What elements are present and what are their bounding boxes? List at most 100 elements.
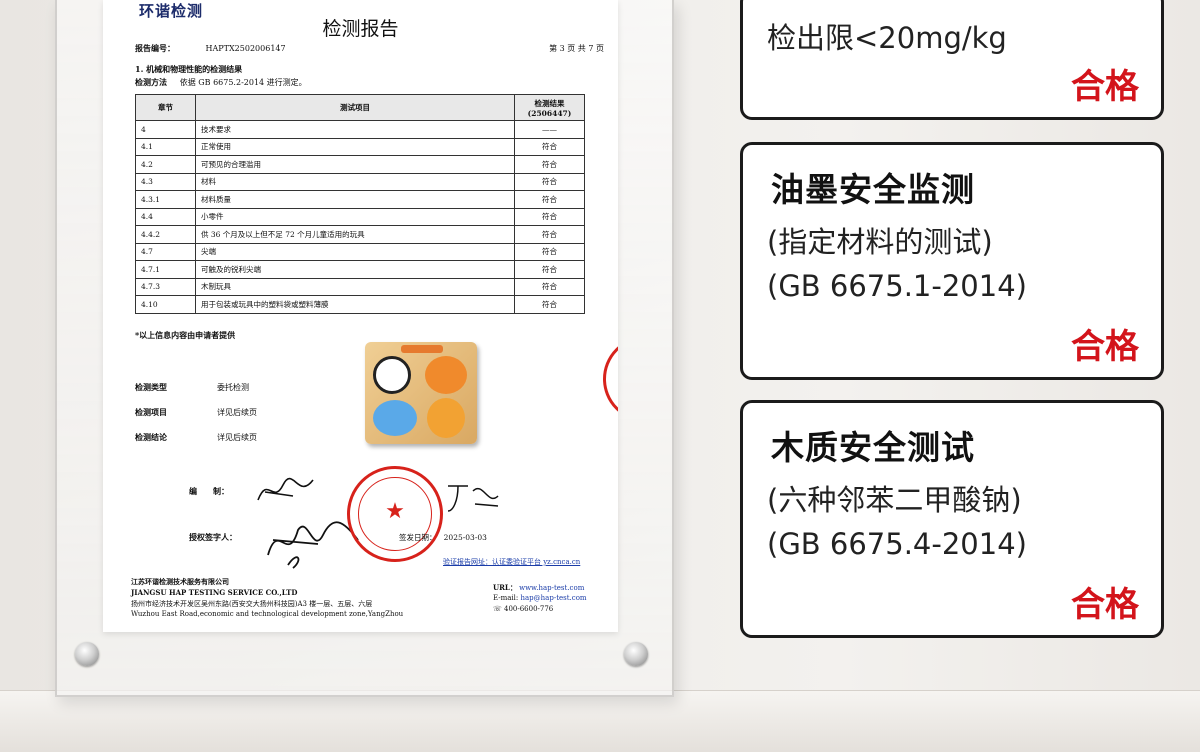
table-row: 4.2 可预见的合理滥用 符合 [135,155,585,174]
table-row: 4.4.2 供 36 个月及以上但不足 72 个月儿童适用的玩具 符合 [135,225,585,244]
result-card-ink-safety: 油墨安全监测 (指定材料的测试) (GB 6675.1-2014) 合格 [740,142,1164,380]
info-label: 检测项目 [135,407,167,417]
company-seal-stamp: ★ [347,466,443,562]
card-line: (六种邻苯二甲酸钠) [767,483,1022,517]
signer-label: 授权签字人： [189,532,237,542]
table-row: 4.3.1 材料质量 符合 [135,190,585,209]
column-header: 章节 [135,94,196,121]
info-value: 详见后续页 [217,433,257,442]
elephant-icon [373,400,417,436]
card-result: 合格 [1071,67,1139,107]
card-line: 检出限<20mg/kg [767,21,1007,55]
row-section: 4.10 [135,295,196,314]
table-row: 4.7 尖端 符合 [135,242,585,261]
row-result: 符合 [514,190,585,209]
result-card-wood-safety: 木质安全测试 (六种邻苯二甲酸钠) (GB 6675.4-2014) 合格 [740,400,1164,638]
email-link[interactable]: hap@hap-test.com [521,594,587,602]
partial-seal-stamp [603,336,618,422]
row-item: 技术要求 [195,120,515,139]
panda-icon [373,356,411,394]
results-table: 章节 测试项目 检测结果 (2506447) 4 技术要求 —— 4.1 正常使用 符合 4… [135,94,585,314]
company-url: URL： www.hap-test.com [493,583,585,592]
row-section: 4.3.1 [135,190,196,209]
row-item: 材料质量 [195,190,515,209]
table-row: 4.1 正常使用 符合 [135,137,585,156]
page-number: 第 3 页 共 7 页 [549,44,604,53]
row-result: 符合 [514,225,585,244]
company-name-en: JIANGSU HAP TESTING SERVICE CO.,LTD [131,588,298,597]
row-section: 4.7.1 [135,260,196,279]
row-section: 4.2 [135,155,196,174]
card-result: 合格 [1071,327,1139,367]
row-item: 材料 [195,172,515,191]
row-item: 正常使用 [195,137,515,156]
row-section: 4.4.2 [135,225,196,244]
row-result: 符合 [514,155,585,174]
row-result: 符合 [514,137,585,156]
report-number: 报告编号： HAPTX2502006147 [135,43,286,53]
row-section: 4.1 [135,137,196,156]
row-result: 符合 [514,277,585,296]
row-item: 用于包装或玩具中的塑料袋或塑料薄膜 [195,295,515,314]
column-header: 测试项目 [195,94,515,121]
product-photo-puzzle [365,342,477,444]
card-heading: 油墨安全监测 [771,170,975,209]
row-item: 可预见的合理滥用 [195,155,515,174]
row-section: 4.7.3 [135,277,196,296]
table-row: 4.4 小零件 符合 [135,207,585,226]
url-link[interactable]: www.hap-test.com [519,584,584,592]
row-section: 4.3 [135,172,196,191]
card-heading: 木质安全测试 [771,428,975,467]
screw-right-icon [624,642,648,666]
company-email: E-mail: hap@hap-test.com [493,594,587,602]
row-section: 4.4 [135,207,196,226]
company-address-en: Wuzhou East Road,economic and technologi… [131,610,404,618]
shelf [0,690,1200,752]
row-item: 可触及的锐利尖端 [195,260,515,279]
card-line: (GB 6675.1-2014) [767,269,1027,303]
screw-left-icon [75,642,99,666]
report-title: 检测报告 [322,18,399,40]
star-icon: ★ [385,499,405,524]
column-header: 检测结果 (2506447) [514,94,585,121]
card-line: (指定材料的测试) [767,225,993,259]
row-item: 木制玩具 [195,277,515,296]
section-heading: 1. 机械和物理性能的检测结果 [135,64,243,74]
info-label: 检测类型 [135,382,167,392]
row-result: 符合 [514,295,585,314]
info-label: 检测结论 [135,432,167,442]
company-name-cn: 江苏环谐检测技术服务有限公司 [131,577,229,586]
reviewer-signature [447,485,499,512]
card-line: (GB 6675.4-2014) [767,527,1027,561]
verify-link[interactable]: 验证报告网址：认证委验证平台 yz.cnca.cn [443,557,580,567]
editor-label: 编 制： [189,486,229,496]
sign-date: 签发日期： 2025-03-03 [399,533,487,542]
card-result: 合格 [1071,585,1139,625]
result-card-detection-limit: 检出限<20mg/kg 合格 [740,0,1164,120]
table-header-row: 章节 测试项目 检测结果 (2506447) [135,94,585,121]
row-result: 符合 [514,207,585,226]
row-result: 符合 [514,242,585,261]
editor-signature [257,477,314,501]
test-method: 检测方法 依据 GB 6675.2-2014 进行测定。 [135,77,307,87]
lion-icon [427,398,465,438]
company-tel: ☏ 400-6600-776 [493,605,554,613]
table-row: 4.10 用于包装或玩具中的塑料袋或塑料薄膜 符合 [135,295,585,314]
table-row: 4.7.3 木制玩具 符合 [135,277,585,296]
table-row: 4.3 材料 符合 [135,172,585,191]
table-row: 4 技术要求 —— [135,120,585,139]
row-section: 4 [135,120,196,139]
info-value: 委托检测 [217,383,249,392]
row-result: 符合 [514,260,585,279]
table-row: 4.7.1 可触及的锐利尖端 符合 [135,260,585,279]
row-item: 供 36 个月及以上但不足 72 个月儿童适用的玩具 [195,225,515,244]
row-section: 4.7 [135,242,196,261]
row-item: 小零件 [195,207,515,226]
info-note: *以上信息内容由申请者提供 [135,330,236,340]
puzzle-label [401,345,443,353]
test-report-document: 环谐检测 检测报告 报告编号： HAPTX2502006147 第 3 页 共 … [103,0,618,632]
info-value: 详见后续页 [217,408,257,417]
tiger-icon [425,356,467,394]
row-result: —— [514,120,585,139]
company-address-cn: 扬州市经济技术开发区吴州东路(西安交大扬州科技园)A3 楼一层、五层、六层 [131,600,373,608]
